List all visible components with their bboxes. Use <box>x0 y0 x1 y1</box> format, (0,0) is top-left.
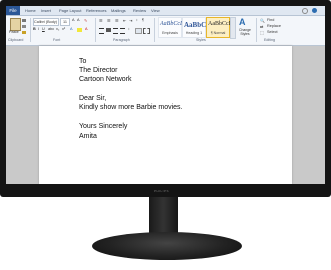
letter-to-line: To <box>79 58 87 65</box>
font-color-icon[interactable]: A <box>85 27 88 31</box>
organization-line: Cartoon Network <box>79 76 132 83</box>
subscript-icon[interactable]: x₂ <box>56 27 59 31</box>
divider <box>256 18 257 42</box>
style-emphasis[interactable]: AaBbCcDc Emphasis <box>158 17 187 38</box>
underline-icon[interactable]: U <box>42 27 45 31</box>
strikethrough-icon[interactable]: abc <box>48 27 54 31</box>
align-left-icon[interactable] <box>99 28 104 34</box>
style-name: Heading 1 <box>185 31 203 35</box>
sort-icon[interactable]: ↕ <box>136 18 138 22</box>
divider <box>95 18 96 42</box>
ribbon: Paste Clipboard Calibri (Body) 11 A A ✎ … <box>6 16 325 46</box>
font-size-select[interactable]: 11 <box>60 18 70 26</box>
divider <box>154 18 155 42</box>
replace-label[interactable]: Replace <box>267 24 281 28</box>
change-styles-label[interactable]: Change Styles <box>236 28 254 36</box>
change-styles-icon[interactable]: A <box>239 17 246 27</box>
multilevel-list-icon[interactable]: ☰ <box>115 18 118 23</box>
find-label[interactable]: Find <box>267 18 274 22</box>
cut-icon[interactable] <box>22 19 26 22</box>
tab-file[interactable]: File <box>6 6 20 15</box>
copy-icon[interactable] <box>22 25 26 28</box>
salutation-line: Dear Sir, <box>79 95 107 102</box>
recipient-line: The Director <box>79 67 118 74</box>
ribbon-tab-bar: File Home Insert Page Layout References … <box>6 6 325 16</box>
tab-page-layout[interactable]: Page Layout <box>59 7 81 14</box>
style-heading-1[interactable]: AaBbCc Heading 1 <box>182 17 209 38</box>
italic-icon[interactable]: I <box>38 27 39 31</box>
tab-mailings[interactable]: Mailings <box>111 7 126 14</box>
text-effects-icon[interactable]: A <box>70 27 73 31</box>
tab-home[interactable]: Home <box>25 7 36 14</box>
format-painter-icon[interactable] <box>22 31 26 34</box>
grow-font-icon[interactable]: A <box>72 18 75 22</box>
highlight-color-icon[interactable] <box>77 28 82 32</box>
monitor-brand-logo: PHILIPS <box>154 189 170 193</box>
styles-group-label: Styles <box>196 38 206 42</box>
style-name: ¶ Normal <box>210 31 226 35</box>
shrink-font-icon[interactable]: A <box>77 18 80 22</box>
style-normal[interactable]: AaBbCcDc ¶ Normal <box>206 17 236 38</box>
paragraph-group-label: Paragraph <box>113 38 130 42</box>
align-center-icon[interactable] <box>106 28 111 32</box>
style-name: Emphasis <box>162 31 178 35</box>
bold-icon[interactable]: B <box>33 27 36 31</box>
monitor-stand-base <box>92 232 242 260</box>
tab-references[interactable]: References <box>86 7 106 14</box>
monitor-bezel: File Home Insert Page Layout References … <box>0 0 331 197</box>
screen: File Home Insert Page Layout References … <box>6 6 325 184</box>
document-area: To The Director Cartoon Network Dear Sir… <box>6 46 325 184</box>
body-line: Kindly show more Barbie movies. <box>79 104 183 111</box>
closing-line: Yours Sincerely <box>79 123 128 130</box>
font-group-label: Font <box>53 38 61 42</box>
paste-label: Paste <box>9 30 19 34</box>
justify-icon[interactable] <box>120 28 125 34</box>
help-icon[interactable] <box>312 8 317 13</box>
signature-line: Amita <box>79 133 97 140</box>
tab-insert[interactable]: Insert <box>41 7 51 14</box>
minimize-ribbon-icon[interactable] <box>302 8 308 14</box>
tab-review[interactable]: Review <box>133 7 146 14</box>
align-right-icon[interactable] <box>113 28 118 34</box>
line-spacing-icon[interactable]: ↕ <box>128 27 130 31</box>
borders-icon[interactable] <box>143 28 150 34</box>
clear-format-icon[interactable]: ✎ <box>84 18 87 23</box>
show-marks-icon[interactable]: ¶ <box>142 18 144 22</box>
document-page[interactable]: To The Director Cartoon Network Dear Sir… <box>39 46 292 184</box>
increase-indent-icon[interactable]: ⇥ <box>129 18 132 23</box>
numbering-icon[interactable]: ☰ <box>107 18 110 23</box>
superscript-icon[interactable]: x² <box>62 27 65 31</box>
replace-icon[interactable]: ⇄ <box>260 24 263 29</box>
decrease-indent-icon[interactable]: ⇤ <box>123 18 126 23</box>
editing-group-label: Editing <box>264 38 275 42</box>
font-name-select[interactable]: Calibri (Body) <box>33 18 59 26</box>
clipboard-group-label: Clipboard <box>8 38 24 42</box>
bullets-icon[interactable]: ☰ <box>99 18 102 23</box>
select-label[interactable]: Select <box>267 30 278 34</box>
divider <box>30 18 31 42</box>
shading-icon[interactable] <box>135 28 142 34</box>
find-icon[interactable]: 🔍 <box>260 18 265 23</box>
tab-view[interactable]: View <box>151 7 160 14</box>
select-icon[interactable]: ⬚ <box>260 30 264 35</box>
